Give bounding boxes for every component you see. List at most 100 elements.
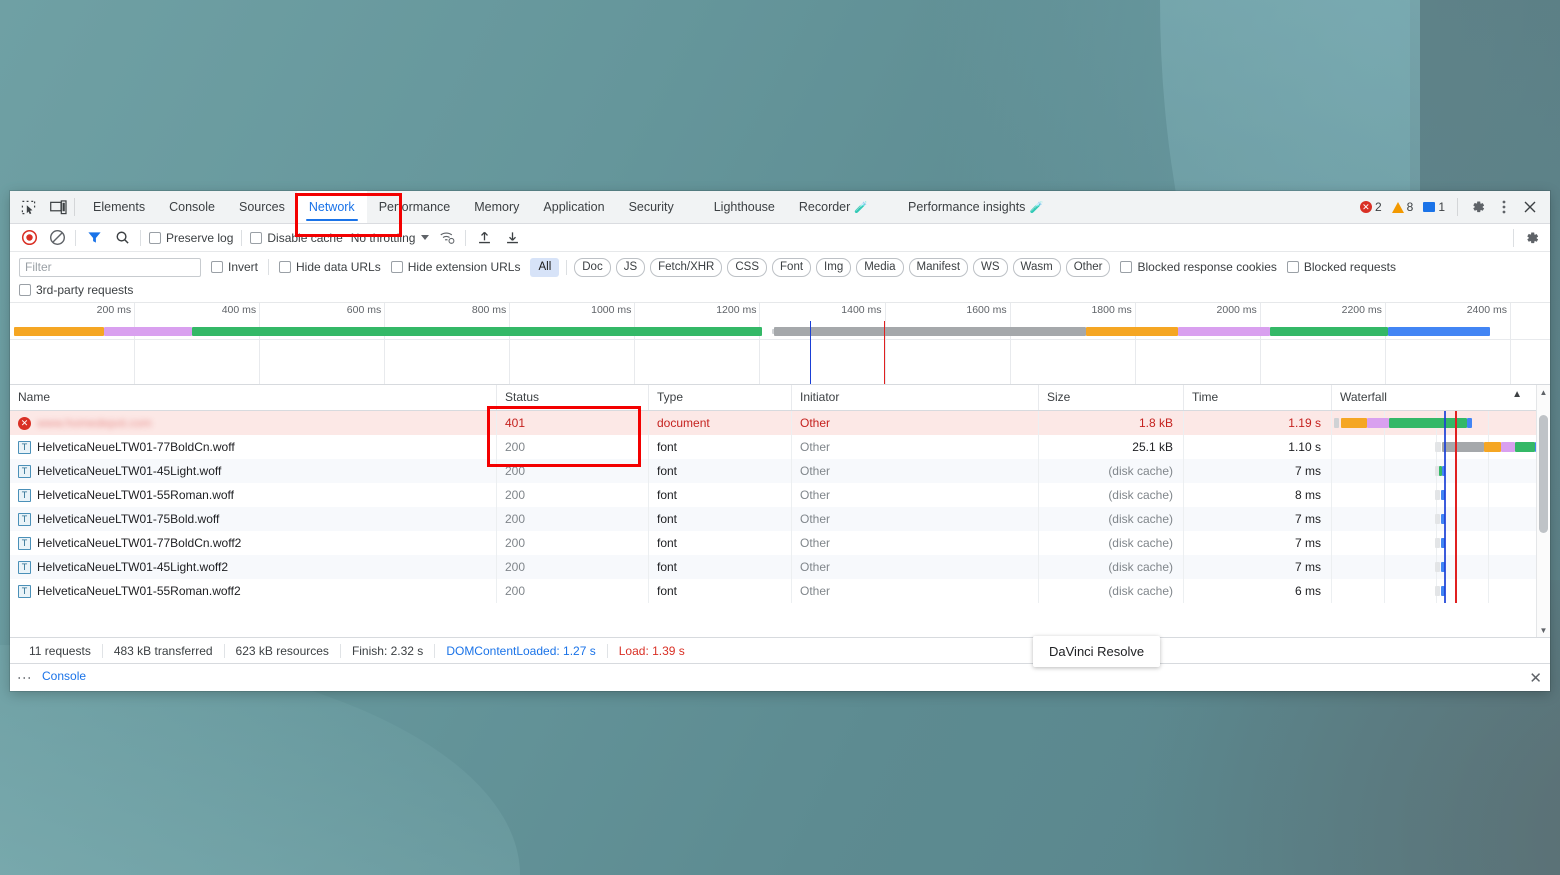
waterfall-gridline (1384, 555, 1385, 579)
table-row[interactable]: THelveticaNeueLTW01-75Bold.woff200fontOt… (10, 507, 1550, 531)
tab-elements[interactable]: Elements (81, 191, 157, 223)
scrollbar-thumb[interactable] (1539, 415, 1548, 533)
tab-performance-insights[interactable]: Performance insights 🧪 (896, 191, 1055, 223)
chip-other[interactable]: Other (1066, 258, 1111, 277)
cell-status: 200 (497, 531, 649, 555)
chip-media[interactable]: Media (856, 258, 903, 277)
table-row[interactable]: THelveticaNeueLTW01-77BoldCn.woff2200fon… (10, 531, 1550, 555)
cell-size: (disk cache) (1039, 459, 1184, 483)
table-row[interactable]: THelveticaNeueLTW01-55Roman.woff200fontO… (10, 483, 1550, 507)
hide-data-urls-checkbox[interactable]: Hide data URLs (279, 260, 381, 274)
font-file-icon: T (18, 465, 31, 478)
device-toolbar-icon[interactable] (48, 197, 68, 217)
drawer-more-options-icon[interactable]: ⋮ (18, 671, 32, 685)
column-header-time[interactable]: Time (1184, 385, 1332, 410)
cell-time: 7 ms (1184, 555, 1332, 579)
filter-divider-1 (268, 259, 269, 275)
close-devtools-icon[interactable] (1518, 195, 1542, 219)
table-row[interactable]: ✕www.homedepot.com401documentOther1.8 kB… (10, 411, 1550, 435)
chip-wasm[interactable]: Wasm (1013, 258, 1061, 277)
clear-network-log-icon[interactable] (47, 228, 67, 248)
message-counter[interactable]: 1 (1419, 200, 1449, 214)
waterfall-segment (1515, 442, 1535, 452)
drawer-close-icon[interactable]: ✕ (1529, 669, 1542, 687)
network-settings-gear-icon[interactable] (1520, 226, 1544, 250)
chip-css[interactable]: CSS (727, 258, 767, 277)
chip-js[interactable]: JS (616, 258, 645, 277)
chip-font[interactable]: Font (772, 258, 811, 277)
table-row[interactable]: THelveticaNeueLTW01-55Roman.woff2200font… (10, 579, 1550, 603)
tab-console[interactable]: Console (157, 191, 227, 223)
tab-recorder[interactable]: Recorder 🧪 (787, 191, 880, 223)
checkbox-box (19, 284, 31, 296)
chip-ws[interactable]: WS (973, 258, 1008, 277)
tab-application[interactable]: Application (531, 191, 616, 223)
scroll-up-arrow-icon[interactable]: ▲ (1537, 385, 1550, 399)
cell-initiator: Other (792, 507, 1039, 531)
overview-bar-download-2 (1388, 327, 1490, 336)
column-header-type[interactable]: Type (649, 385, 792, 410)
scroll-down-arrow-icon[interactable]: ▼ (1537, 623, 1550, 637)
resource-type-chips: All Doc JS Fetch/XHR CSS Font Img Media … (530, 258, 1110, 277)
filter-icon[interactable] (84, 228, 104, 248)
column-header-initiator[interactable]: Initiator (792, 385, 1039, 410)
load-event-marker (1455, 555, 1457, 579)
chip-all[interactable]: All (530, 258, 559, 277)
dom-content-loaded-marker (1444, 435, 1446, 459)
waterfall-gridline (1384, 531, 1385, 555)
table-row[interactable]: THelveticaNeueLTW01-45Light.woff200fontO… (10, 459, 1550, 483)
waterfall-gridline (1488, 459, 1489, 483)
column-header-size[interactable]: Size (1039, 385, 1184, 410)
tab-sources[interactable]: Sources (227, 191, 297, 223)
cell-type: font (649, 579, 792, 603)
error-counter[interactable]: ✕ 2 (1356, 200, 1386, 214)
disable-cache-checkbox[interactable]: Disable cache (250, 231, 342, 245)
invert-checkbox[interactable]: Invert (211, 260, 258, 274)
table-row[interactable]: THelveticaNeueLTW01-45Light.woff2200font… (10, 555, 1550, 579)
experiment-flask-icon: 🧪 (854, 201, 868, 214)
chip-img[interactable]: Img (816, 258, 851, 277)
vertical-scrollbar[interactable]: ▲ ▼ (1536, 385, 1550, 637)
tab-lighthouse[interactable]: Lighthouse (702, 191, 787, 223)
load-event-marker (1455, 411, 1457, 435)
cell-type: document (649, 411, 792, 435)
column-header-status[interactable]: Status (497, 385, 649, 410)
cell-name: THelveticaNeueLTW01-77BoldCn.woff (10, 435, 497, 459)
preserve-log-checkbox[interactable]: Preserve log (149, 231, 233, 245)
inspect-element-icon[interactable] (18, 197, 38, 217)
tab-performance[interactable]: Performance (367, 191, 463, 223)
chip-fetch-xhr[interactable]: Fetch/XHR (650, 258, 722, 277)
warning-counter[interactable]: 8 (1388, 200, 1418, 214)
filter-input[interactable] (19, 258, 201, 277)
load-event-marker (1455, 507, 1457, 531)
network-overview-timeline[interactable]: 200 ms400 ms600 ms800 ms1000 ms1200 ms14… (10, 303, 1550, 385)
table-row[interactable]: THelveticaNeueLTW01-77BoldCn.woff200font… (10, 435, 1550, 459)
cell-type: font (649, 531, 792, 555)
throttling-dropdown[interactable]: No throttling (351, 231, 430, 245)
import-har-icon[interactable] (474, 228, 494, 248)
third-party-requests-checkbox[interactable]: 3rd-party requests (19, 283, 133, 297)
tab-network[interactable]: Network (297, 191, 367, 223)
export-har-icon[interactable] (502, 228, 522, 248)
load-time: Load: 1.39 s (607, 644, 696, 658)
cell-waterfall (1332, 411, 1550, 435)
record-network-log-icon[interactable] (19, 228, 39, 248)
more-options-icon[interactable] (1492, 195, 1516, 219)
cell-time: 7 ms (1184, 507, 1332, 531)
blocked-response-cookies-checkbox[interactable]: Blocked response cookies (1120, 260, 1276, 274)
cell-waterfall (1332, 507, 1550, 531)
cell-status: 200 (497, 555, 649, 579)
column-header-name[interactable]: Name (10, 385, 497, 410)
search-icon[interactable] (112, 228, 132, 248)
tab-memory[interactable]: Memory (462, 191, 531, 223)
column-header-waterfall[interactable]: Waterfall ▲ (1332, 385, 1550, 410)
tab-security[interactable]: Security (617, 191, 686, 223)
blocked-requests-checkbox[interactable]: Blocked requests (1287, 260, 1396, 274)
hide-extension-urls-checkbox[interactable]: Hide extension URLs (391, 260, 521, 274)
network-conditions-icon[interactable] (437, 228, 457, 248)
chip-manifest[interactable]: Manifest (909, 258, 968, 277)
cell-type: font (649, 507, 792, 531)
drawer-tab-console[interactable]: Console (42, 669, 86, 686)
chip-doc[interactable]: Doc (574, 258, 610, 277)
settings-gear-icon[interactable] (1466, 195, 1490, 219)
